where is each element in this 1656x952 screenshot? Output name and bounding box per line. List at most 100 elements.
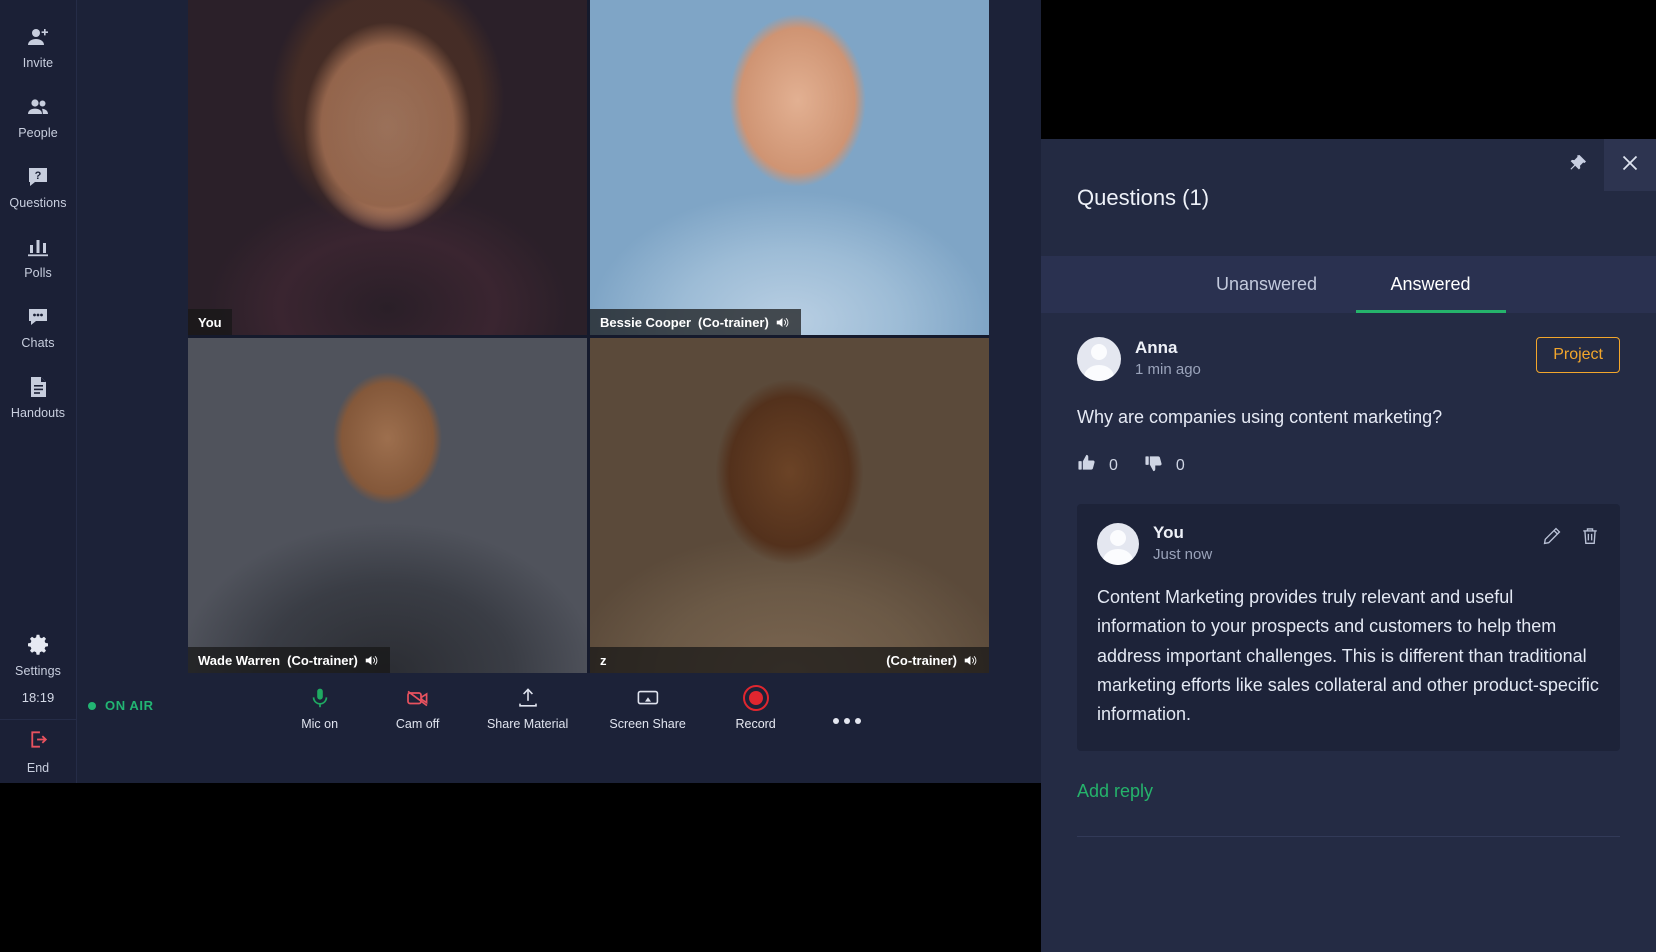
tab-label: Answered [1390, 274, 1471, 294]
reply-author-meta: You Just now [1153, 522, 1212, 565]
participant-name: z [600, 652, 607, 668]
session-clock: 18:19 [21, 690, 55, 705]
sidebar-item-label: Questions [9, 195, 67, 210]
sidebar-item-settings[interactable]: Settings [0, 620, 76, 690]
exit-icon [27, 728, 50, 756]
pin-panel-button[interactable] [1552, 139, 1604, 191]
control-label: Screen Share [609, 717, 686, 731]
sidebar-item-handouts[interactable]: Handouts [0, 362, 76, 432]
sidebar-item-questions[interactable]: ? Questions [0, 152, 76, 222]
sidebar-item-label: People [18, 125, 58, 140]
tab-answered[interactable]: Answered [1355, 256, 1506, 313]
video-tile[interactable]: You [188, 0, 587, 335]
participant-name: You [198, 314, 222, 330]
microphone-icon [308, 685, 332, 711]
left-sidebar: Invite People ? Questions Polls Chats Ha… [0, 0, 77, 783]
tab-unanswered[interactable]: Unanswered [1192, 256, 1342, 313]
video-tile[interactable]: Bessie Cooper (Co-trainer) [590, 0, 989, 335]
gear-icon [26, 633, 50, 657]
question-category-badge[interactable]: Project [1536, 337, 1620, 373]
participant-nametag: You [188, 309, 232, 335]
vote-controls: 0 0 [1077, 453, 1620, 478]
on-air-dot [88, 701, 96, 710]
panel-header-actions [1552, 139, 1656, 191]
chat-bubble-icon [26, 305, 50, 329]
reply-timestamp: Just now [1153, 545, 1213, 563]
sidebar-item-polls[interactable]: Polls [0, 222, 76, 292]
upvote-count: 0 [1109, 456, 1118, 474]
tab-label: Unanswered [1215, 274, 1318, 294]
reply-card: You Just now Content Marketing provides … [1077, 504, 1620, 751]
record-icon [742, 685, 770, 711]
more-options-icon[interactable] [819, 693, 875, 749]
control-buttons: Mic on Cam off Share Material Screen Sha… [271, 681, 875, 749]
sidebar-nav: Invite People ? Questions Polls Chats Ha… [0, 0, 76, 432]
video-tile[interactable]: Wade Warren (Co-trainer) [188, 338, 587, 673]
on-air-label: ON AIR [105, 698, 154, 713]
participant-video [188, 0, 587, 335]
end-label: End [26, 761, 50, 775]
participant-nametag: Bessie Cooper (Co-trainer) [590, 309, 801, 335]
sidebar-item-chats[interactable]: Chats [0, 292, 76, 362]
participant-video [590, 0, 989, 335]
dot [843, 718, 850, 724]
share-material-button[interactable]: Share Material [467, 681, 589, 731]
camera-toggle-button[interactable]: Cam off [369, 681, 467, 731]
mic-toggle-button[interactable]: Mic on [271, 681, 369, 731]
screen-share-button[interactable]: Screen Share [589, 681, 707, 731]
video-tile[interactable]: z (Co-trainer) [590, 338, 989, 673]
question-author: Anna 1 min ago [1077, 337, 1201, 381]
panel-tabs: Unanswered Answered [1041, 256, 1656, 313]
sidebar-item-label: Chats [21, 335, 55, 350]
control-bar: ON AIR Mic on Cam off Share Material Scr… [77, 673, 1041, 783]
sidebar-item-people[interactable]: People [0, 82, 76, 152]
on-air-status: ON AIR [88, 698, 154, 713]
reply-actions [1542, 522, 1600, 551]
participant-video [188, 338, 587, 673]
end-session-button[interactable]: End [0, 719, 76, 783]
sidebar-item-label: Settings [15, 663, 61, 678]
participant-name: Wade Warren [198, 652, 281, 668]
close-panel-button[interactable] [1604, 139, 1656, 191]
close-icon [1618, 151, 1642, 180]
control-label: Mic on [301, 717, 339, 731]
screen-share-icon [635, 685, 661, 711]
panel-title: Questions (1) [1077, 185, 1210, 210]
people-icon [26, 95, 50, 119]
panel-divider [1077, 835, 1620, 837]
downvote-button[interactable]: 0 [1144, 453, 1185, 478]
sidebar-item-label: Polls [24, 265, 52, 280]
avatar [1097, 522, 1139, 565]
bar-chart-icon [26, 235, 50, 259]
participant-role: (Co-trainer) [886, 652, 957, 668]
add-reply-link[interactable]: Add reply [1077, 781, 1153, 802]
reply-author-name: You [1153, 523, 1184, 542]
question-text: Why are companies using content marketin… [1077, 407, 1443, 427]
question-author-name: Anna [1135, 338, 1178, 358]
dot [854, 718, 861, 724]
control-label: Share Material [486, 717, 569, 731]
reply-author: You Just now [1097, 522, 1212, 565]
sidebar-item-label: Handouts [10, 405, 66, 420]
reply-text: Content Marketing provides truly relevan… [1097, 587, 1599, 724]
panel-header: Questions (1) [1041, 139, 1656, 256]
camera-off-icon [405, 685, 431, 711]
control-label: Cam off [395, 717, 440, 731]
questions-panel: Questions (1) Unanswered Answered Anna 1… [1041, 139, 1656, 952]
question-timestamp: 1 min ago [1135, 361, 1201, 379]
record-button[interactable]: Record [707, 681, 805, 731]
panel-body: Anna 1 min ago Project Why are companies… [1041, 313, 1656, 837]
participant-nametag: Wade Warren (Co-trainer) [188, 647, 390, 673]
speaker-icon [964, 654, 979, 667]
upvote-button[interactable]: 0 [1077, 453, 1118, 478]
question-header: Anna 1 min ago Project [1077, 337, 1620, 381]
trash-icon[interactable] [1580, 526, 1600, 551]
pencil-icon[interactable] [1542, 526, 1562, 551]
avatar [1077, 337, 1121, 381]
downvote-count: 0 [1175, 456, 1185, 474]
video-grid: You Bessie Cooper (Co-trainer) Wade Warr… [188, 0, 989, 673]
sidebar-item-invite[interactable]: Invite [0, 12, 76, 82]
dot [832, 718, 839, 724]
screen: Invite People ? Questions Polls Chats Ha… [0, 0, 1656, 952]
pin-icon [1568, 153, 1588, 178]
